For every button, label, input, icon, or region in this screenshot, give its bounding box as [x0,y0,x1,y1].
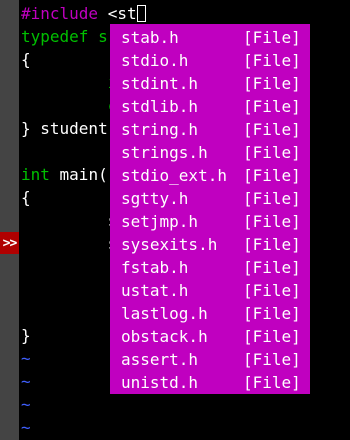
completion-item-kind: [File] [243,350,301,369]
completion-item-kind: [File] [243,120,301,139]
completion-item-kind: [File] [243,235,301,254]
completion-item-kind: [File] [243,74,301,93]
completion-item-name: stdint.h [121,74,199,93]
completion-item-name: unistd.h [121,373,199,392]
completion-item[interactable]: stab.h [File] [110,26,310,49]
code-token: r [21,303,118,322]
completion-item[interactable]: unistd.h [File] [110,371,310,394]
code-token: #include [21,4,108,23]
sign-column: >> [0,0,19,440]
completion-item-kind: [File] [243,143,301,162]
vim-editor[interactable]: >> #include <st typedef s { i c } student in… [0,0,350,440]
completion-item-name: lastlog.h [121,304,208,323]
completion-item-name: sgtty.h [121,189,189,208]
completion-item[interactable]: stdio.h [File] [110,49,310,72]
completion-item-kind: [File] [243,212,301,231]
empty-line-tilde: ~ [21,395,31,414]
completion-item-name: stdio.h [121,51,189,70]
completion-item-name: stab.h [121,28,179,47]
code-token: } student [21,119,108,138]
completion-item[interactable]: ustat.h [File] [110,279,310,302]
completion-item[interactable]: sgtty.h [File] [110,187,310,210]
completion-item[interactable]: strings.h [File] [110,141,310,164]
completion-item-name: stdlib.h [121,97,199,116]
empty-line-tilde: ~ [21,418,31,437]
completion-item[interactable]: stdlib.h [File] [110,95,310,118]
completion-item-name: fstab.h [121,258,189,277]
completion-item-kind: [File] [243,327,301,346]
code-token: <st [107,4,137,23]
completion-item-kind: [File] [243,189,301,208]
code-token: c [21,96,118,115]
completion-item-name: setjmp.h [121,212,199,231]
completion-item-name: stdio_ext.h [121,166,227,185]
completion-item[interactable]: obstack.h [File] [110,325,310,348]
text-cursor [136,5,146,22]
completion-item[interactable]: string.h [File] [110,118,310,141]
completion-item-name: assert.h [121,350,199,369]
completion-item[interactable]: fstab.h [File] [110,256,310,279]
code-line[interactable]: ~ [21,393,350,416]
completion-item-kind: [File] [243,373,301,392]
completion-item-kind: [File] [243,166,301,185]
code-line[interactable]: ~ [21,416,350,439]
completion-item-kind: [File] [243,97,301,116]
code-token: typedef s [21,27,108,46]
completion-item-name: string.h [121,120,199,139]
empty-line-tilde: ~ [21,349,31,368]
completion-item-name: ustat.h [121,281,189,300]
code-token: main( [49,165,108,184]
code-token: s [21,211,118,230]
error-sign-marker: >> [0,232,19,254]
completion-item-kind: [File] [243,258,301,277]
code-token: i [21,73,118,92]
completion-item[interactable]: stdint.h [File] [110,72,310,95]
completion-item-kind: [File] [243,304,301,323]
completion-item[interactable]: sysexits.h [File] [110,233,310,256]
completion-item[interactable]: assert.h [File] [110,348,310,371]
completion-item-name: strings.h [121,143,208,162]
completion-item-kind: [File] [243,51,301,70]
code-token: { [21,188,31,207]
empty-line-tilde: ~ [21,372,31,391]
code-token: s [21,234,118,253]
code-token: int [21,165,50,184]
completion-item-kind: [File] [243,281,301,300]
code-line[interactable]: #include <st [21,2,350,25]
completion-item-kind: [File] [243,28,301,47]
completion-item-name: sysexits.h [121,235,218,254]
completion-item-name: obstack.h [121,327,208,346]
completion-menu[interactable]: stab.h [File] stdio.h [File] stdint.h [File] s… [110,24,310,394]
completion-item[interactable]: setjmp.h [File] [110,210,310,233]
code-token: { [21,50,31,69]
completion-item[interactable]: stdio_ext.h [File] [110,164,310,187]
completion-item[interactable]: lastlog.h [File] [110,302,310,325]
code-token: } [21,326,31,345]
